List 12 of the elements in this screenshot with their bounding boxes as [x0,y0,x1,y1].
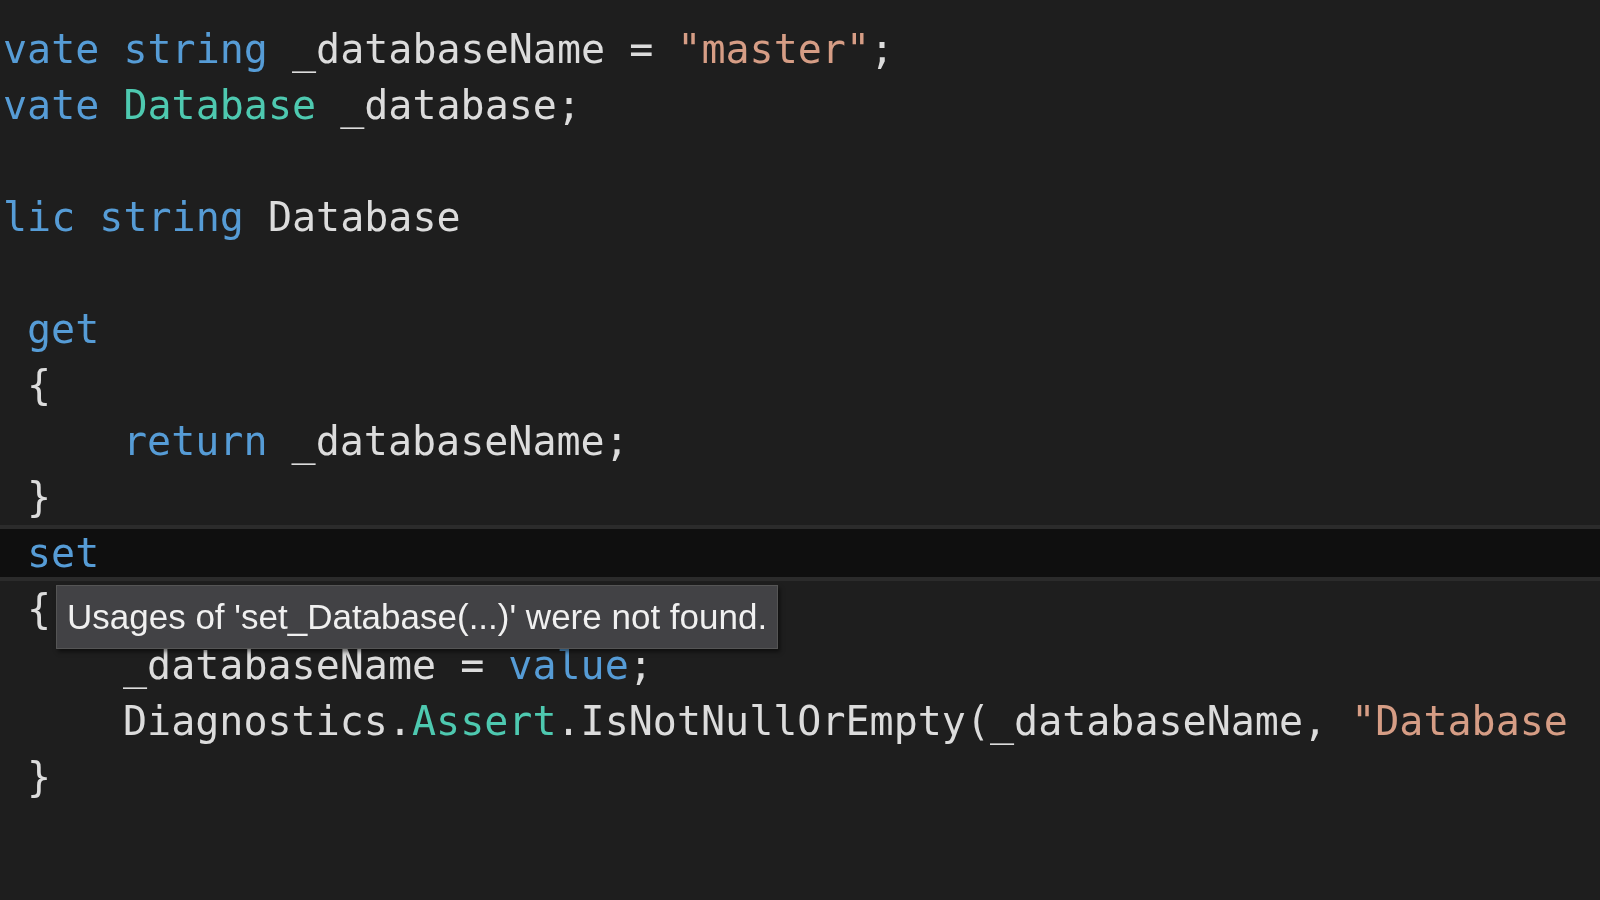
code-line: { [27,586,52,632]
code-line: set [27,530,100,576]
code-line: vate string _databaseName = "master"; [3,26,895,72]
code-line: } [27,754,52,800]
code-line: get [27,306,100,352]
tooltip: Usages of 'set_Database(...)' were not found. [56,585,779,649]
code-line: lic string Database [3,194,461,240]
code-line: Diagnostics.Assert.IsNotNullOrEmpty(_databaseName, "Database [123,698,1568,744]
code-line: vate Database _database; [3,82,581,128]
code-line: { [27,362,52,408]
code-line: } [27,474,52,520]
code-line: return _databaseName; [123,418,629,464]
